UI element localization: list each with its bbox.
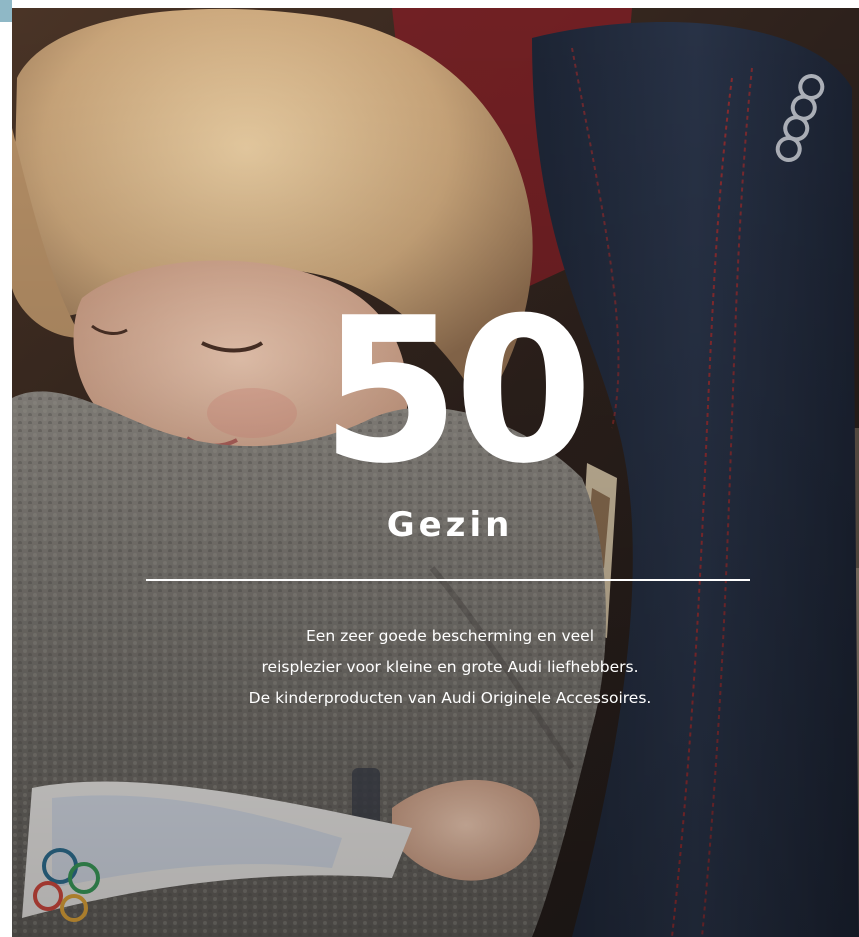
brochure-page: 50 Gezin Een zeer goede bescherming en v… xyxy=(0,0,859,937)
intro-line: Een zeer goede bescherming en veel xyxy=(305,627,594,645)
divider-line xyxy=(146,579,750,581)
intro-line: reisplezier voor kleine en grote Audi li… xyxy=(261,658,639,676)
hero-number: 50 xyxy=(320,275,593,508)
intro-line: De kinderproducten van Audi Originele Ac… xyxy=(248,689,652,707)
intro-text: Een zeer goede bescherming en veel reisp… xyxy=(150,621,750,714)
hero-title: Gezin xyxy=(386,505,514,545)
corner-tab xyxy=(0,0,12,22)
